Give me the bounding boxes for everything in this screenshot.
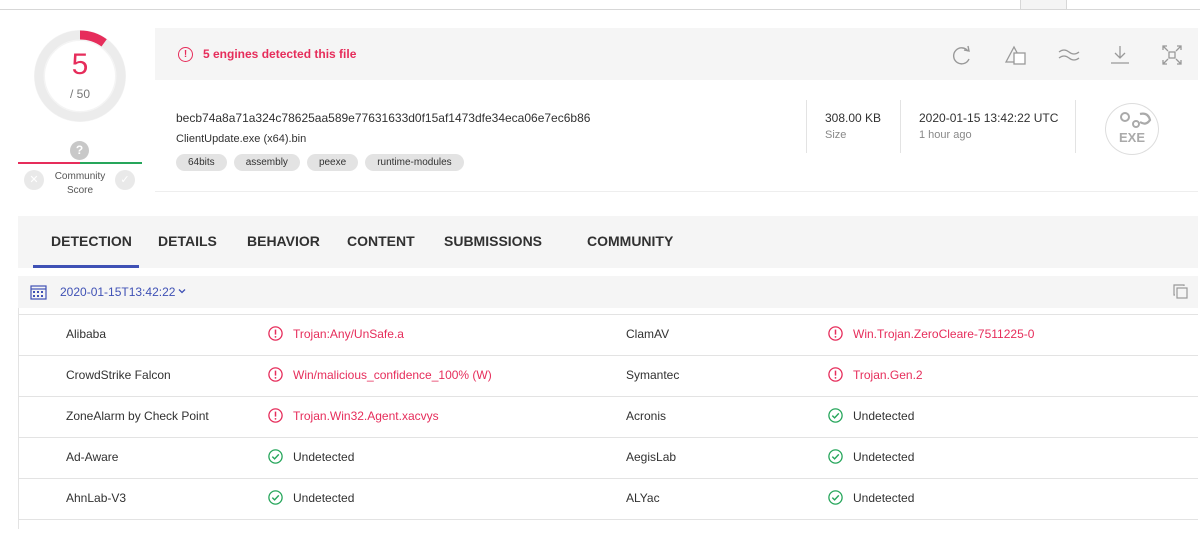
clean-check-icon [268,490,283,505]
vote-harmless-button[interactable]: ✓ [115,170,135,190]
copy-icon[interactable] [1172,283,1189,300]
engine-name: Symantec [626,368,680,382]
clean-check-icon [268,449,283,464]
detection-row: ZoneAlarm by Check Point Trojan.Win32.Age… [18,396,1198,437]
detection-result: Win/malicious_confidence_100% (W) [293,368,492,382]
detection-count: 5 [71,48,89,81]
last-analysis-relative: 1 hour ago [919,129,972,141]
similar-icon[interactable] [1003,42,1029,68]
detection-table: Alibaba Trojan:Any/UnSafe.a ClamAV Win.Troj… [18,314,1198,534]
detection-result: Undetected [853,409,915,423]
detection-result: Trojan.Gen.2 [853,368,923,382]
tab-detection[interactable]: DETECTION [51,233,132,249]
file-size-label: Size [825,129,847,141]
engine-name: Ad-Aware [66,450,119,464]
divider [900,100,901,153]
file-name: ClientUpdate.exe (x64).bin [176,133,307,145]
malicious-alert-icon [828,367,843,382]
tab-community[interactable]: COMMUNITY [587,233,673,249]
detection-row: CrowdStrike Falcon Win/malicious_confiden… [18,355,1198,396]
engine-name: AhnLab-V3 [66,491,127,505]
file-tags: 64bits assembly peexe runtime-modules [176,154,464,171]
calendar-icon [30,285,47,300]
last-analysis-date: 2020-01-15 13:42:22 UTC [919,111,1059,125]
detection-row: Ad-Aware Undetected AegisLab Undetected [18,437,1198,478]
community-score-help-icon[interactable]: ? [70,141,89,160]
detection-row: Alibaba Trojan:Any/UnSafe.a ClamAV Win.Troj… [18,314,1198,355]
detection-result: Undetected [293,450,355,464]
malicious-alert-icon [268,326,283,341]
engine-name: ClamAV [626,327,670,341]
malicious-alert-icon [268,408,283,423]
detection-result: Trojan.Win32.Agent.xacvys [293,409,439,423]
file-tag[interactable]: runtime-modules [365,154,464,171]
analysis-date-row [18,276,1198,308]
divider [806,100,807,153]
engine-total: / 50 [69,87,90,101]
community-score-label: Community Score [54,171,106,196]
expand-icon[interactable] [1159,42,1185,68]
alert-icon: ! [178,47,193,62]
file-info-bar [155,80,1198,192]
exe-file-type-icon: EXE [1105,103,1159,155]
detection-alert-text: 5 engines detected this file [203,47,357,61]
engine-name: AegisLab [626,450,677,464]
detection-result: Undetected [293,491,355,505]
malicious-alert-icon [268,367,283,382]
engine-name: ZoneAlarm by Check Point [66,409,209,423]
exe-label: EXE [1119,130,1145,145]
malicious-alert-icon [828,326,843,341]
detection-result: Trojan:Any/UnSafe.a [293,327,404,341]
top-strip [0,0,1200,10]
tab-details[interactable]: DETAILS [158,233,217,249]
clean-check-icon [828,490,843,505]
engine-name: CrowdStrike Falcon [66,368,171,382]
clean-check-icon [828,449,843,464]
active-tab-indicator [33,265,139,268]
analysis-date-select[interactable]: 2020-01-15T13:42:22 [60,285,175,299]
file-tag[interactable]: assembly [233,154,300,171]
file-tag[interactable]: peexe [306,154,359,171]
tab-behavior[interactable]: BEHAVIOR [247,233,320,249]
detection-row [18,519,1198,534]
detection-result: Undetected [853,491,915,505]
engine-name: Acronis [626,409,667,423]
reanalyze-icon[interactable] [949,42,975,68]
tab-submissions[interactable]: SUBMISSIONS [444,233,542,249]
file-hash[interactable]: becb74a8a71a324c78625aa589e77631633d0f15… [176,111,590,125]
chevron-down-icon[interactable] [177,286,187,296]
community-score-bar [18,162,142,164]
top-strip-button[interactable] [1021,0,1066,9]
download-icon[interactable] [1107,42,1133,68]
detection-row: AhnLab-V3 Undetected ALYac Undetected [18,478,1198,519]
divider [1075,100,1076,153]
file-size-value: 308.00 KB [825,111,882,125]
clean-check-icon [828,408,843,423]
engine-name: ALYac [626,491,660,505]
file-tag[interactable]: 64bits [176,154,227,171]
graph-icon[interactable] [1056,42,1082,68]
top-strip-divider [1066,0,1067,9]
detection-result: Undetected [853,450,915,464]
detection-result: Win.Trojan.ZeroCleare-7511225-0 [853,327,1035,341]
vote-malicious-button[interactable]: ✕ [24,170,44,190]
tab-content[interactable]: CONTENT [347,233,415,249]
engine-name: Alibaba [66,327,107,341]
